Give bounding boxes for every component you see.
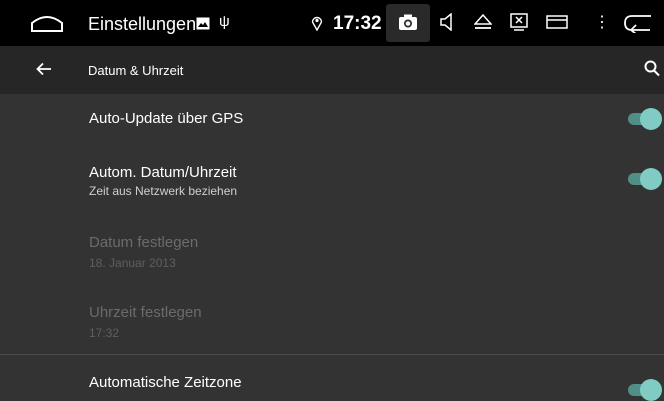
location-icon [311, 15, 323, 36]
home-icon[interactable] [30, 13, 64, 38]
more-icon[interactable]: ⋮ [594, 12, 610, 32]
search-icon[interactable] [644, 60, 660, 82]
setting-label: Uhrzeit festlegen [89, 304, 202, 321]
usb-icon: ψ [219, 13, 230, 30]
setting-label: Automatische Zeitzone [89, 374, 242, 391]
setting-label: Auto-Update über GPS [89, 110, 244, 127]
setting-label: Datum festlegen [89, 234, 199, 251]
page-title: Datum & Uhrzeit [88, 63, 184, 78]
auto-update-gps-switch[interactable] [628, 108, 662, 130]
setting-auto-timezone[interactable]: Automatische Zeitzone [0, 355, 664, 401]
camera-button[interactable] [386, 4, 430, 42]
screen-x-icon[interactable] [510, 13, 528, 36]
toolbar: Datum & Uhrzeit [0, 46, 664, 94]
setting-summary: 18. Januar 2013 [89, 256, 176, 270]
setting-label: Autom. Datum/Uhrzeit [89, 164, 237, 181]
setting-auto-update-gps[interactable]: Auto-Update über GPS [0, 94, 664, 144]
arrow-back-icon[interactable] [36, 62, 52, 81]
back-icon[interactable] [622, 13, 652, 38]
setting-set-date: Datum festlegen 18. Januar 2013 [0, 218, 664, 286]
switch-thumb [640, 379, 662, 401]
camera-icon [399, 14, 417, 30]
app-title: Einstellungen [88, 14, 197, 34]
volume-icon[interactable] [440, 12, 454, 36]
auto-timezone-switch[interactable] [628, 379, 662, 401]
switch-thumb [640, 108, 662, 130]
switch-thumb [640, 168, 662, 190]
clock: 17:32 [333, 13, 382, 34]
window-icon[interactable] [546, 15, 568, 34]
status-bar: Einstellungen ψ 17:32 ⋮ [0, 0, 664, 46]
eject-icon[interactable] [473, 13, 493, 35]
image-icon [196, 17, 210, 35]
setting-auto-date-time[interactable]: Autom. Datum/Uhrzeit Zeit aus Netzwerk b… [0, 144, 664, 218]
setting-summary: 17:32 [89, 326, 120, 340]
setting-set-time: Uhrzeit festlegen 17:32 [0, 286, 664, 354]
setting-summary: Zeit aus Netzwerk beziehen [89, 184, 238, 198]
auto-date-time-switch[interactable] [628, 168, 662, 190]
